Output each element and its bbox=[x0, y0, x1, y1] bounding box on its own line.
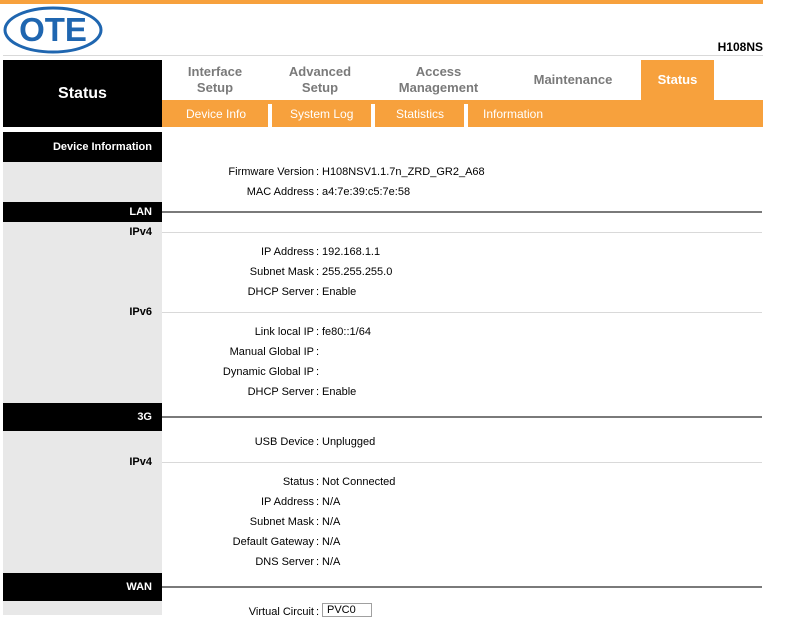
lan-ipv6-heading: IPv6 bbox=[129, 306, 152, 318]
colon: : bbox=[316, 536, 320, 548]
subtab-information[interactable]: Information bbox=[483, 100, 543, 127]
lan-subnet-mask-label: Subnet Mask bbox=[249, 266, 314, 278]
subtab-statistics[interactable]: Statistics bbox=[396, 100, 444, 127]
3g-status-label: Status bbox=[282, 476, 314, 488]
section-wan: WAN bbox=[3, 573, 162, 601]
current-section-title: Status bbox=[3, 60, 162, 127]
tab-maintenance[interactable]: Maintenance bbox=[515, 60, 631, 100]
tab-access-management[interactable]: Access Management bbox=[385, 60, 492, 100]
section-divider bbox=[162, 586, 762, 588]
manual-global-ip-label: Manual Global IP bbox=[229, 346, 314, 358]
section-divider bbox=[162, 416, 762, 418]
3g-ip-address-value: N/A bbox=[322, 496, 341, 508]
colon: : bbox=[316, 266, 320, 278]
lan-ip-address-label: IP Address bbox=[261, 246, 314, 258]
virtual-circuit-label: Virtual Circuit bbox=[248, 606, 314, 618]
3g-ip-address-label: IP Address bbox=[261, 496, 314, 508]
3g-subnet-mask-label: Subnet Mask bbox=[249, 516, 314, 528]
svg-text:OTE: OTE bbox=[19, 11, 87, 48]
link-local-ip-value: fe80::1/64 bbox=[322, 326, 371, 338]
lan-ipv6-dhcp-server-value: Enable bbox=[322, 386, 357, 398]
section-lan: LAN bbox=[3, 202, 162, 222]
3g-ipv4-heading: IPv4 bbox=[129, 456, 152, 468]
3g-dns-server-value: N/A bbox=[322, 556, 341, 568]
subtab-separator bbox=[464, 104, 468, 127]
subsection-divider bbox=[162, 462, 762, 463]
colon: : bbox=[316, 556, 320, 568]
header-divider bbox=[3, 55, 763, 56]
lan-ipv4-heading: IPv4 bbox=[129, 226, 152, 238]
subsection-divider bbox=[162, 232, 762, 233]
colon: : bbox=[316, 326, 320, 338]
3g-subnet-mask-value: N/A bbox=[322, 516, 341, 528]
colon: : bbox=[316, 386, 320, 398]
tab-status[interactable]: Status bbox=[641, 60, 714, 100]
lan-dhcp-server-value: Enable bbox=[322, 286, 357, 298]
firmware-version-label: Firmware Version bbox=[228, 166, 314, 178]
lan-ip-address-value: 192.168.1.1 bbox=[322, 246, 381, 258]
model-name: H108NS bbox=[717, 40, 763, 54]
colon: : bbox=[316, 286, 320, 298]
3g-dns-server-label: DNS Server bbox=[255, 556, 314, 568]
subtab-bar bbox=[162, 100, 763, 127]
subtab-device-info[interactable]: Device Info bbox=[186, 100, 246, 127]
section-device-information: Device Information bbox=[3, 132, 162, 162]
3g-default-gateway-label: Default Gateway bbox=[232, 536, 314, 548]
colon: : bbox=[316, 436, 320, 448]
subtab-system-log[interactable]: System Log bbox=[290, 100, 353, 127]
firmware-version-value: H108NSV1.1.7n_ZRD_GR2_A68 bbox=[322, 166, 485, 178]
tab-interface-setup[interactable]: Interface Setup bbox=[170, 60, 260, 100]
colon: : bbox=[316, 366, 320, 378]
lan-dhcp-server-label: DHCP Server bbox=[247, 286, 314, 298]
virtual-circuit-value: PVC0 bbox=[327, 604, 356, 616]
subtab-separator bbox=[268, 104, 272, 127]
colon: : bbox=[316, 346, 320, 358]
3g-status-value: Not Connected bbox=[322, 476, 396, 488]
section-divider bbox=[162, 211, 762, 213]
colon: : bbox=[316, 606, 320, 618]
colon: : bbox=[316, 246, 320, 258]
usb-device-label: USB Device bbox=[254, 436, 314, 448]
mac-address-label: MAC Address bbox=[246, 186, 314, 198]
colon: : bbox=[316, 516, 320, 528]
link-local-ip-label: Link local IP bbox=[254, 326, 314, 338]
section-3g: 3G bbox=[3, 403, 162, 431]
mac-address-value: a4:7e:39:c5:7e:58 bbox=[322, 186, 411, 198]
colon: : bbox=[316, 476, 320, 488]
ote-logo: OTE bbox=[3, 6, 103, 54]
dynamic-global-ip-label: Dynamic Global IP bbox=[222, 366, 314, 378]
lan-subnet-mask-value: 255.255.255.0 bbox=[322, 266, 393, 278]
tab-advanced-setup[interactable]: Advanced Setup bbox=[272, 60, 368, 100]
colon: : bbox=[316, 186, 320, 198]
top-accent-bar bbox=[0, 0, 763, 4]
subtab-separator bbox=[371, 104, 375, 127]
lan-ipv6-dhcp-server-label: DHCP Server bbox=[247, 386, 314, 398]
usb-device-value: Unplugged bbox=[322, 436, 376, 448]
3g-default-gateway-value: N/A bbox=[322, 536, 341, 548]
colon: : bbox=[316, 496, 320, 508]
colon: : bbox=[316, 166, 320, 178]
subsection-divider bbox=[162, 312, 762, 313]
